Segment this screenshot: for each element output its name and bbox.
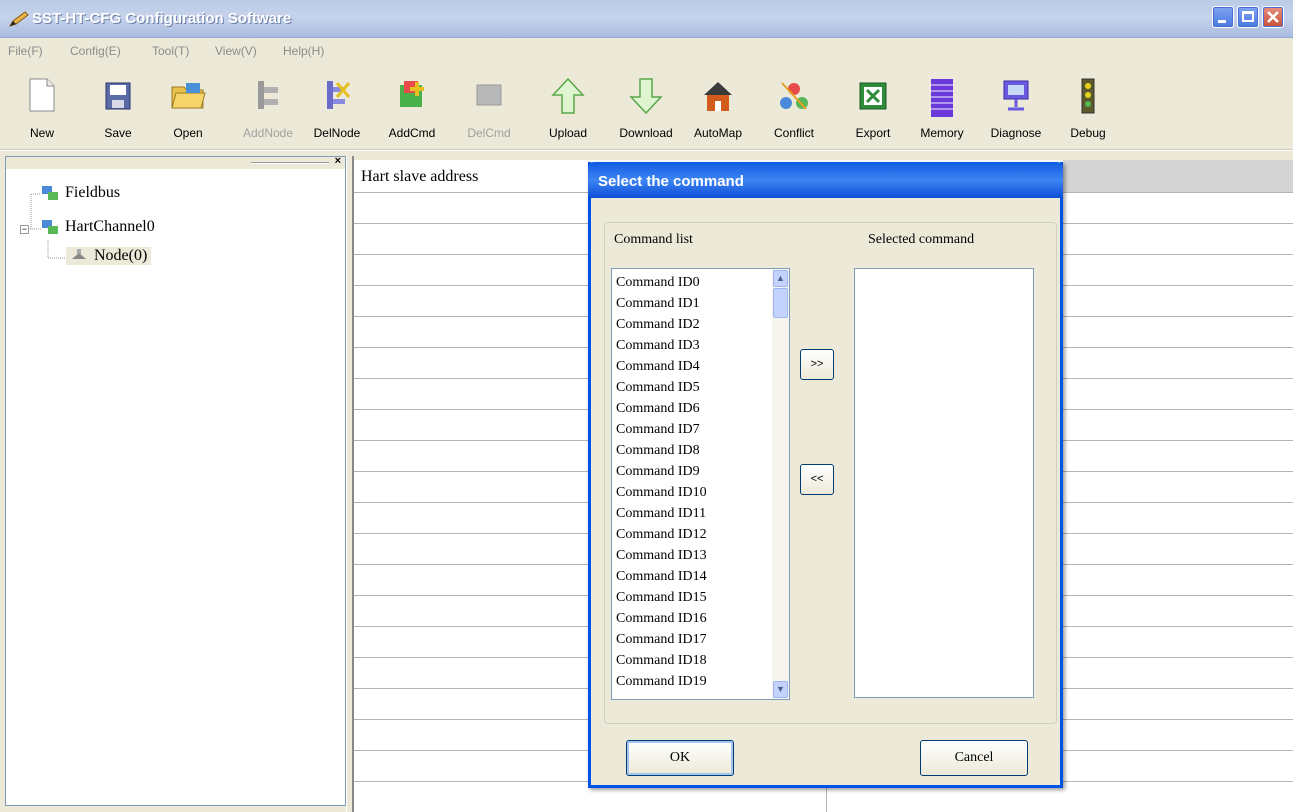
menu-view[interactable]: View(V)	[215, 44, 257, 58]
list-item[interactable]: Command ID13	[616, 548, 707, 564]
list-item[interactable]: Command ID2	[616, 317, 700, 333]
add-command-icon	[400, 81, 424, 107]
tree-connector-lines	[24, 193, 66, 259]
list-item[interactable]: Command ID9	[616, 464, 700, 480]
select-command-dialog: Select the command Command list Selected…	[588, 162, 1063, 788]
list-item[interactable]: Command ID16	[616, 611, 707, 627]
device-node-icon	[72, 249, 86, 259]
memory-button[interactable]: Memory	[910, 72, 974, 144]
close-icon[interactable]: ×	[335, 155, 341, 167]
toolbar: New Save Open AddNode DelNode AddCmd Del…	[0, 62, 1293, 150]
export-button[interactable]: Export	[841, 72, 905, 144]
list-item[interactable]: Command ID7	[616, 422, 700, 438]
maximize-button[interactable]	[1237, 6, 1259, 28]
ok-button[interactable]: OK	[626, 740, 734, 776]
column-header-hart-slave-address[interactable]: Hart slave address	[361, 168, 478, 186]
new-button[interactable]: New	[10, 72, 74, 144]
add-command-to-selection-button[interactable]: >>	[800, 349, 834, 380]
add-node-icon	[258, 81, 278, 109]
list-item[interactable]: Command ID4	[616, 359, 700, 375]
house-icon	[704, 82, 732, 111]
list-item[interactable]: Command ID3	[616, 338, 700, 354]
download-button[interactable]: Download	[614, 72, 678, 144]
open-button[interactable]: Open	[156, 72, 220, 144]
list-item[interactable]: Command ID10	[616, 485, 707, 501]
remove-command-from-selection-button[interactable]: <<	[800, 464, 834, 495]
delete-node-icon	[327, 81, 351, 109]
list-item[interactable]: Command ID5	[616, 380, 700, 396]
minimize-button[interactable]	[1212, 6, 1234, 28]
close-button[interactable]	[1262, 6, 1284, 28]
delete-command-icon	[476, 84, 502, 106]
scroll-up-icon[interactable]: ▲	[773, 270, 788, 287]
conflict-button[interactable]: Conflict	[762, 72, 826, 144]
debug-icon	[1081, 78, 1095, 114]
title-bar[interactable]: SST-HT-CFG Configuration Software	[0, 0, 1293, 38]
list-item[interactable]: Command ID15	[616, 590, 707, 606]
list-item[interactable]: Command ID1	[616, 296, 700, 312]
dialog-title-bar[interactable]: Select the command	[588, 162, 1063, 198]
add-command-button[interactable]: AddCmd	[380, 72, 444, 144]
upload-arrow-icon	[551, 77, 585, 114]
list-item[interactable]: Command ID8	[616, 443, 700, 459]
scrollbar-thumb[interactable]	[773, 288, 788, 318]
pencil-icon	[8, 11, 29, 27]
automap-button[interactable]: AutoMap	[686, 72, 750, 144]
selected-command-list[interactable]	[854, 268, 1034, 698]
dialog-title: Select the command	[598, 173, 744, 190]
list-item[interactable]: Command ID0	[616, 275, 700, 291]
tree-item-fieldbus[interactable]: Fieldbus	[41, 184, 120, 202]
menu-bar: File(F) Config(E) Tool(T) View(V) Help(H…	[0, 38, 1293, 62]
conflict-icon	[780, 82, 808, 110]
diagnose-icon	[1003, 80, 1029, 111]
grid-header-fill	[1063, 160, 1293, 192]
save-icon	[105, 82, 131, 110]
upload-button[interactable]: Upload	[536, 72, 600, 144]
list-item[interactable]: Command ID12	[616, 527, 707, 543]
tree-item-node0[interactable]: Node(0)	[66, 247, 152, 265]
diagnose-button[interactable]: Diagnose	[984, 72, 1048, 144]
delete-command-button[interactable]: DelCmd	[457, 72, 521, 144]
add-node-button[interactable]: AddNode	[236, 72, 300, 144]
excel-icon	[859, 82, 887, 110]
delete-node-button[interactable]: DelNode	[305, 72, 369, 144]
list-item[interactable]: Command ID11	[616, 506, 706, 522]
selected-command-label: Selected command	[868, 232, 975, 247]
tree-item-hartchannel0[interactable]: HartChannel0	[41, 218, 155, 236]
network-icon	[42, 186, 58, 200]
open-folder-icon	[171, 83, 206, 109]
menu-help[interactable]: Help(H)	[283, 44, 324, 58]
tree-collapse-toggle[interactable]: −	[20, 225, 29, 234]
save-button[interactable]: Save	[86, 72, 150, 144]
project-tree-panel: × Fieldbus − HartChannel0 Node(0)	[5, 155, 346, 806]
new-file-icon	[29, 78, 55, 112]
scroll-down-icon[interactable]: ▼	[773, 681, 788, 698]
menu-file[interactable]: File(F)	[8, 44, 43, 58]
list-item[interactable]: Command ID6	[616, 401, 700, 417]
close-icon	[1267, 11, 1279, 23]
command-list-scrollbar[interactable]: ▲ ▼	[772, 269, 789, 699]
menu-tool[interactable]: Tool(T)	[152, 44, 189, 58]
debug-button[interactable]: Debug	[1056, 72, 1120, 144]
download-arrow-icon	[629, 78, 663, 115]
command-list[interactable]: Command ID0 Command ID1 Command ID2 Comm…	[611, 268, 790, 700]
memory-icon	[931, 79, 953, 117]
menu-config[interactable]: Config(E)	[70, 44, 121, 58]
list-item[interactable]: Command ID14	[616, 569, 707, 585]
window-title: SST-HT-CFG Configuration Software	[32, 10, 292, 27]
cancel-button[interactable]: Cancel	[920, 740, 1028, 776]
network-icon	[42, 220, 58, 234]
panel-splitter[interactable]	[346, 156, 354, 812]
list-item[interactable]: Command ID18	[616, 653, 707, 669]
list-item[interactable]: Command ID19	[616, 674, 707, 690]
command-list-label: Command list	[614, 232, 693, 247]
list-item[interactable]: Command ID17	[616, 632, 707, 648]
